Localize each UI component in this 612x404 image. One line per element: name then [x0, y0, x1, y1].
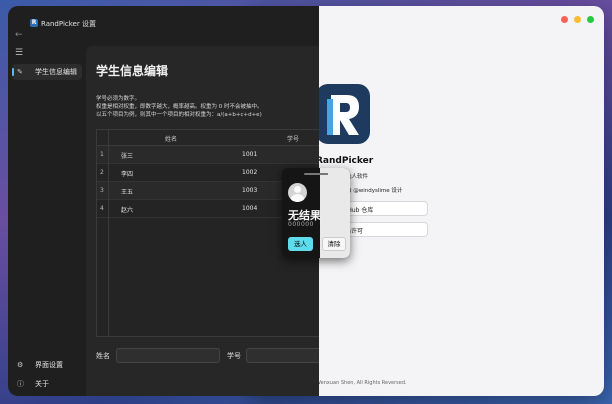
- picker-widget[interactable]: 无结果 000000 选人 清除: [282, 168, 350, 258]
- active-indicator: [12, 68, 14, 76]
- picker-result-id: 000000: [288, 221, 314, 228]
- column-header-id[interactable]: 学号: [287, 134, 299, 143]
- title-bar: R RandPicker 设置 ←: [8, 6, 319, 46]
- id-label: 学号: [227, 352, 241, 360]
- sidebar-item-about[interactable]: ⓘ 关于: [12, 376, 82, 392]
- menu-toggle-icon[interactable]: ☰: [15, 48, 23, 58]
- cell-id[interactable]: 1003: [242, 187, 257, 194]
- app-icon: R: [30, 19, 38, 27]
- minimize-window-button[interactable]: [574, 16, 581, 23]
- sidebar-item-student-edit[interactable]: ✎ 学生信息编辑: [12, 64, 82, 80]
- drag-handle[interactable]: [304, 173, 328, 175]
- hint-line: 学号必须为数字。: [96, 96, 141, 102]
- cell-name[interactable]: 王五: [121, 187, 133, 196]
- hint-line: 以五个项目为例，则其中一个项目的相对权重为：a/(a+b+c+d+e): [96, 112, 262, 118]
- avatar-icon: [288, 183, 307, 202]
- table-header: 姓名 学号: [97, 130, 319, 146]
- app-name: RandPicker: [316, 156, 374, 166]
- maximize-window-button[interactable]: [587, 16, 594, 23]
- settings-window: R RandPicker 设置 ← ☰ ✎ 学生信息编辑 ⚙ 界面设置 ⓘ 关于…: [8, 6, 319, 396]
- cell-name[interactable]: 张三: [121, 151, 133, 160]
- cell-name[interactable]: 赵六: [121, 205, 133, 214]
- license-button[interactable]: 码许可: [338, 222, 428, 237]
- sidebar-item-ui-settings[interactable]: ⚙ 界面设置: [12, 357, 82, 373]
- app-author: 由 @windyslime 设计: [346, 188, 403, 194]
- cell-id[interactable]: 1001: [242, 151, 257, 158]
- copyright-text: Wenxuan Shen, All Rights Reversed.: [316, 380, 407, 386]
- column-header-name[interactable]: 姓名: [165, 134, 177, 143]
- info-icon: ⓘ: [17, 380, 24, 388]
- sidebar-item-label: 界面设置: [35, 361, 63, 369]
- clear-button[interactable]: 清除: [322, 237, 346, 251]
- cell-id[interactable]: 1002: [242, 169, 257, 176]
- github-repo-button[interactable]: tHub 仓库: [338, 201, 428, 216]
- id-input[interactable]: [246, 348, 319, 363]
- cell-name[interactable]: 李四: [121, 169, 133, 178]
- index-column-divider: [97, 130, 109, 336]
- window-title: RandPicker 设置: [41, 20, 96, 28]
- pick-button[interactable]: 选人: [288, 237, 313, 251]
- close-window-button[interactable]: [561, 16, 568, 23]
- hint-line: 权重是相对权重，即数字越大，概率越高。权重为 0 时不会被抽中。: [96, 104, 263, 110]
- table-row[interactable]: 1 张三 1001: [97, 146, 319, 164]
- name-label: 姓名: [96, 352, 110, 360]
- back-arrow-icon[interactable]: ←: [15, 30, 23, 40]
- pencil-icon: ✎: [17, 68, 23, 76]
- cell-id[interactable]: 1004: [242, 205, 257, 212]
- name-input[interactable]: [116, 348, 220, 363]
- window-controls: [561, 16, 594, 23]
- sidebar-item-label: 学生信息编辑: [35, 68, 77, 76]
- gear-icon: ⚙: [17, 361, 24, 369]
- sidebar-item-label: 关于: [35, 380, 49, 388]
- app-logo-icon: [316, 84, 370, 144]
- page-title: 学生信息编辑: [96, 64, 169, 78]
